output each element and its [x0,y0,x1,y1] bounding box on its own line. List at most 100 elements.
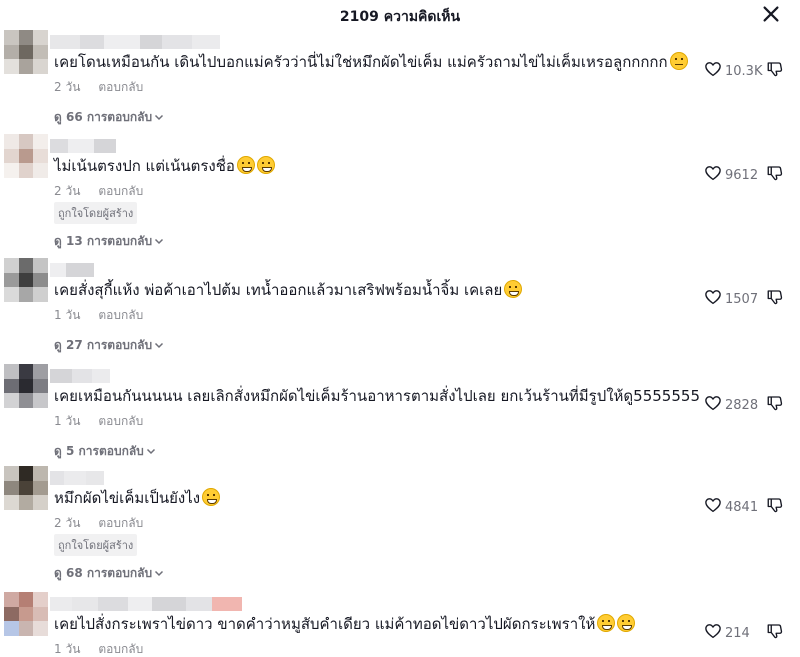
thumbs-down-icon [766,622,784,640]
avatar[interactable] [4,466,48,510]
comment-text: เคยเหมือนกันนนนน เลยเลิกสั่งหมึกผัดไข่เค… [54,386,700,406]
heart-icon [704,288,722,310]
like-count: 1507 [725,291,759,307]
like-button[interactable]: 2828 [704,394,758,416]
username-blurred[interactable] [50,35,220,49]
comment-time: 1 วัน [54,308,81,322]
chevron-down-icon [152,110,164,124]
comment-time: 2 วัน [54,516,81,530]
view-replies-label: ดู 27 การตอบกลับ [54,338,153,352]
view-replies-label: ดู 13 การตอบกลับ [54,234,153,248]
comment-item: หมึกผัดไข่เค็มเป็นยังไง 2 วัน ตอบกลับ ถูกใจ… [0,466,800,592]
like-count: 10.3K [725,63,763,79]
comment-item: เคยโดนเหมือนกัน เดินไปบอกแม่ครัวว่านี่ไม… [0,30,800,134]
close-button[interactable] [760,3,782,25]
comment-meta: 2 วัน ตอบกลับ [54,78,143,97]
comment-text-body: เคยโดนเหมือนกัน เดินไปบอกแม่ครัวว่านี่ไม… [54,53,668,71]
comment-text-body: เคยไปสั่งกระเพราไข่ดาว ขาดคำว่าหมูสับคำเ… [54,615,596,633]
comment-text-body: เคยสั่งสุกี้แห้ง พ่อค้าเอาไปต้ม เทน้ำออก… [54,281,503,299]
view-replies-button[interactable]: ดู 27 การตอบกลับ [54,336,164,355]
chevron-down-icon [152,566,164,580]
comment-time: 2 วัน [54,184,81,198]
like-count: 2828 [725,397,759,413]
comment-item: เคยสั่งสุกี้แห้ง พ่อค้าเอาไปต้ม เทน้ำออก… [0,258,800,364]
view-replies-label: ดู 5 การตอบกลับ [54,444,144,458]
laughing-face-icon [504,280,523,298]
dislike-button[interactable] [766,164,784,182]
like-count: 9612 [725,167,759,183]
chevron-down-icon [144,444,156,458]
username-blurred[interactable] [50,471,104,485]
grinning-face-icon [236,156,255,174]
chevron-down-icon [152,338,164,352]
reply-button[interactable]: ตอบกลับ [98,516,143,530]
dislike-button[interactable] [766,288,784,306]
like-count: 4841 [725,499,759,515]
comment-meta: 1 วัน ตอบกลับ [54,640,143,657]
comment-time: 2 วัน [54,80,81,94]
avatar[interactable] [4,592,48,636]
comment-text: เคยโดนเหมือนกัน เดินไปบอกแม่ครัวว่านี่ไม… [54,52,688,72]
reply-button[interactable]: ตอบกลับ [98,642,143,656]
heart-icon [704,496,722,518]
comment-item: เคยไปสั่งกระเพราไข่ดาว ขาดคำว่าหมูสับคำเ… [0,592,800,657]
like-button[interactable]: 10.3K [704,60,762,82]
view-replies-label: ดู 66 การตอบกลับ [54,110,153,124]
avatar[interactable] [4,134,48,178]
comment-text: หมึกผัดไข่เค็มเป็นยังไง [54,488,221,508]
avatar[interactable] [4,30,48,74]
comment-meta: 1 วัน ตอบกลับ [54,306,143,325]
dislike-button[interactable] [766,622,784,640]
comment-item: เคยเหมือนกันนนนน เลยเลิกสั่งหมึกผัดไข่เค… [0,364,800,466]
view-replies-button[interactable]: ดู 5 การตอบกลับ [54,442,156,461]
thumbs-down-icon [766,164,784,182]
reply-button[interactable]: ตอบกลับ [98,80,143,94]
heart-icon [704,164,722,186]
like-count: 214 [725,625,750,641]
thumbs-down-icon [766,496,784,514]
username-blurred[interactable] [50,597,242,611]
reply-button[interactable]: ตอบกลับ [98,414,143,428]
comment-meta: 1 วัน ตอบกลับ [54,412,143,431]
expressionless-face-icon [669,52,688,70]
view-replies-button[interactable]: ดู 13 การตอบกลับ [54,232,164,251]
grinning-sweat-face-icon [617,614,636,632]
comment-meta: 2 วัน ตอบกลับ [54,182,143,201]
like-button[interactable]: 214 [704,622,750,644]
dislike-button[interactable] [766,496,784,514]
thumbs-down-icon [766,288,784,306]
comment-time: 1 วัน [54,642,81,656]
heart-icon [704,622,722,644]
dislike-button[interactable] [766,394,784,412]
like-button[interactable]: 9612 [704,164,758,186]
heart-icon [704,60,722,82]
thumbs-down-icon [766,394,784,412]
username-blurred[interactable] [50,263,94,277]
grinning-sweat-face-icon [202,488,221,506]
view-replies-button[interactable]: ดู 66 การตอบกลับ [54,108,164,127]
comment-text: ไม่เน้นตรงปก แต่เน้นตรงชื่อ [54,156,275,176]
comments-header: 2109 ความคิดเห็น [0,0,800,28]
chevron-down-icon [152,234,164,248]
thumbs-down-icon [766,60,784,78]
comment-text-body: หมึกผัดไข่เค็มเป็นยังไง [54,489,201,507]
dislike-button[interactable] [766,60,784,78]
username-blurred[interactable] [50,139,116,153]
reply-button[interactable]: ตอบกลับ [98,184,143,198]
comment-count-title: 2109 ความคิดเห็น [339,9,461,25]
creator-liked-badge: ถูกใจโดยผู้สร้าง [54,202,138,224]
comment-meta: 2 วัน ตอบกลับ [54,514,143,533]
view-replies-label: ดู 68 การตอบกลับ [54,566,153,580]
username-blurred[interactable] [50,369,110,383]
like-button[interactable]: 1507 [704,288,758,310]
comment-text-body: ไม่เน้นตรงปก แต่เน้นตรงชื่อ [54,157,235,175]
comment-text: เคยไปสั่งกระเพราไข่ดาว ขาดคำว่าหมูสับคำเ… [54,614,636,634]
avatar[interactable] [4,258,48,302]
grinning-face-icon [256,156,275,174]
comment-text: เคยสั่งสุกี้แห้ง พ่อค้าเอาไปต้ม เทน้ำออก… [54,280,523,300]
reply-button[interactable]: ตอบกลับ [98,308,143,322]
view-replies-button[interactable]: ดู 68 การตอบกลับ [54,564,164,583]
like-button[interactable]: 4841 [704,496,758,518]
avatar[interactable] [4,364,48,408]
comment-text-body: เคยเหมือนกันนนนน เลยเลิกสั่งหมึกผัดไข่เค… [54,387,700,405]
